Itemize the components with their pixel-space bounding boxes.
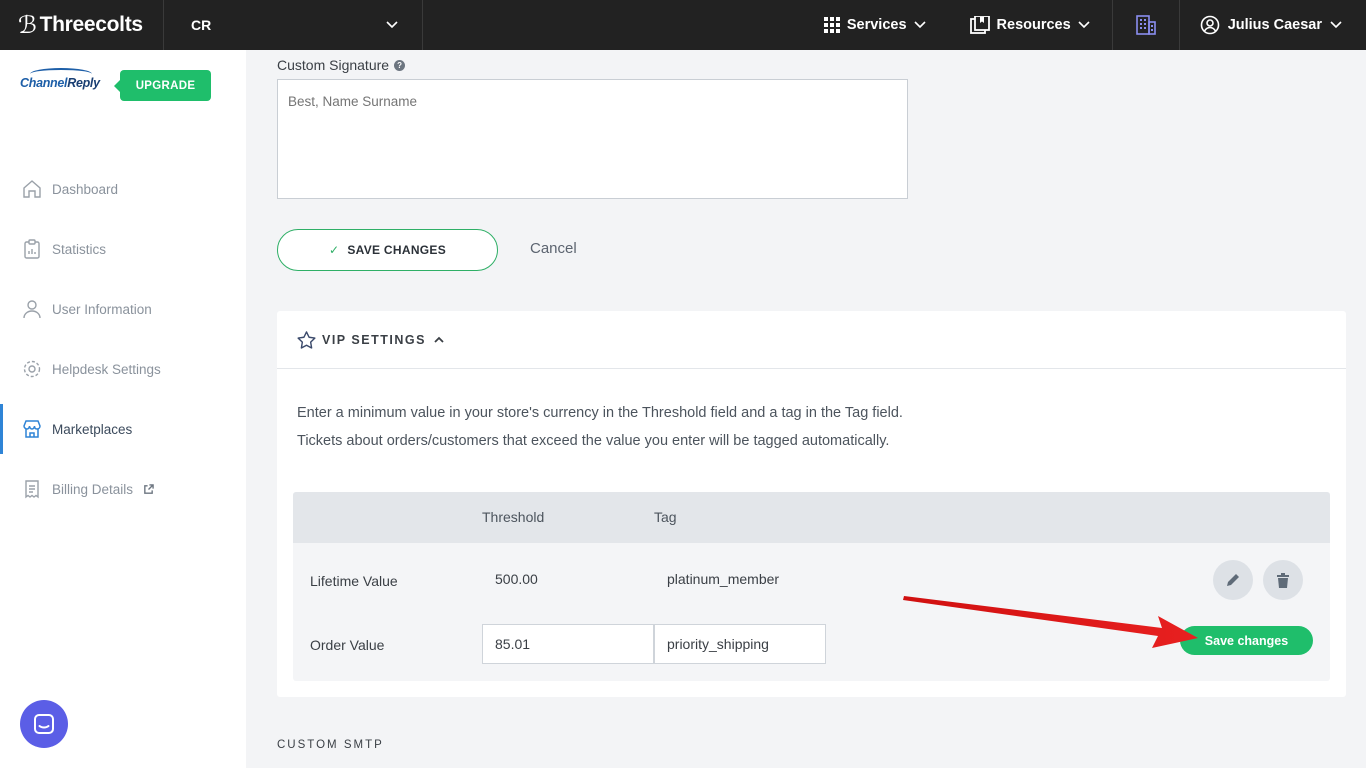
threshold-input[interactable] — [482, 624, 654, 664]
brand-name: Threecolts — [39, 13, 144, 36]
account-switcher[interactable]: CR — [164, 0, 423, 50]
vip-settings-header[interactable]: VIP SETTINGS — [277, 311, 1346, 369]
help-icon[interactable]: ? — [394, 59, 406, 71]
column-tag: Tag — [654, 509, 677, 525]
vip-description-line-2: Tickets about orders/customers that exce… — [297, 433, 890, 449]
save-changes-button[interactable]: ✓ SAVE CHANGES — [277, 229, 498, 271]
account-name: CR — [191, 17, 212, 33]
chevron-up-icon — [434, 336, 444, 343]
custom-signature-textarea[interactable] — [277, 79, 908, 199]
vip-table-header: Threshold Tag — [293, 492, 1330, 543]
vip-settings-title: VIP SETTINGS — [322, 332, 426, 347]
channelreply-logo[interactable]: ChannelReply — [20, 68, 100, 90]
chevron-down-icon — [1078, 21, 1090, 29]
organization-button[interactable] — [1111, 0, 1180, 50]
row-tag: platinum_member — [667, 571, 780, 587]
sidebar-menu: Dashboard Statistics User Information He… — [0, 159, 246, 519]
sidebar-item-user-information[interactable]: User Information — [0, 279, 246, 339]
table-row-lifetime-value: Lifetime Value 500.00 platinum_member — [293, 543, 1330, 613]
check-icon: ✓ — [328, 243, 340, 257]
edit-button[interactable] — [1213, 560, 1253, 600]
channelreply-logo-text: ChannelReply — [20, 68, 100, 90]
user-name: Julius Caesar — [1227, 17, 1322, 33]
chat-widget-button[interactable] — [20, 700, 68, 748]
sidebar-item-label: Helpdesk Settings — [52, 361, 161, 377]
sidebar-item-label: Dashboard — [52, 181, 119, 197]
store-icon — [23, 420, 41, 438]
custom-signature-label-text: Custom Signature — [277, 57, 390, 73]
pencil-icon — [1227, 574, 1239, 586]
upgrade-button[interactable]: UPGRADE — [114, 70, 211, 101]
sidebar-item-billing-details[interactable]: Billing Details — [0, 459, 246, 519]
sidebar-item-helpdesk-settings[interactable]: Helpdesk Settings — [0, 339, 246, 399]
custom-signature-label: Custom Signature ? — [277, 57, 406, 73]
chevron-down-icon — [913, 21, 926, 29]
sidebar-item-label: Statistics — [52, 241, 107, 257]
book-icon — [969, 16, 990, 34]
home-icon — [23, 180, 41, 198]
vip-description-line-1: Enter a minimum value in your store's cu… — [297, 405, 903, 421]
vip-settings-card: VIP SETTINGS Enter a minimum value in yo… — [277, 311, 1346, 697]
custom-smtp-heading: CUSTOM SMTP — [277, 739, 384, 751]
resources-menu[interactable]: Resources — [948, 0, 1112, 50]
trash-icon — [1277, 572, 1289, 588]
external-link-icon — [144, 483, 154, 494]
services-label: Services — [846, 17, 907, 33]
building-icon — [1135, 15, 1156, 35]
delete-button[interactable] — [1263, 560, 1303, 600]
user-icon — [23, 300, 41, 319]
clipboard-icon — [24, 239, 40, 259]
logo-arc-icon — [30, 68, 92, 80]
sidebar-item-label: Marketplaces — [52, 421, 133, 437]
row-threshold: 500.00 — [495, 571, 538, 587]
top-bar: ℬ Threecolts CR Services Resources Juliu… — [0, 0, 1366, 50]
user-circle-icon — [1200, 15, 1219, 35]
sidebar-item-dashboard[interactable]: Dashboard — [0, 159, 246, 219]
resources-label: Resources — [996, 17, 1071, 33]
chat-icon — [34, 714, 54, 734]
receipt-icon — [25, 480, 39, 499]
sidebar-item-statistics[interactable]: Statistics — [0, 219, 246, 279]
sidebar-item-label: Billing Details — [52, 481, 134, 497]
user-menu[interactable]: Julius Caesar — [1180, 0, 1366, 50]
sidebar: ChannelReply UPGRADE Dashboard Statistic… — [0, 50, 246, 768]
save-changes-button[interactable]: Save changes — [1180, 626, 1313, 655]
sidebar-item-marketplaces[interactable]: Marketplaces — [0, 399, 246, 459]
services-menu[interactable]: Services — [802, 0, 948, 50]
chevron-down-icon — [1330, 21, 1342, 29]
cancel-button[interactable]: Cancel — [530, 240, 577, 257]
brand-logo[interactable]: ℬ Threecolts — [0, 0, 164, 50]
vip-description: Enter a minimum value in your store's cu… — [297, 399, 903, 455]
chevron-down-icon — [386, 21, 398, 29]
grid-icon — [823, 17, 840, 33]
table-row-order-value: Order Value Save changes — [293, 613, 1330, 681]
main-content: Custom Signature ? ✓ SAVE CHANGES Cancel… — [246, 50, 1366, 768]
sidebar-item-label: User Information — [52, 301, 152, 317]
row-label: Lifetime Value — [310, 573, 398, 589]
tag-input[interactable] — [654, 624, 826, 664]
gear-icon — [23, 360, 41, 378]
vip-table: Threshold Tag Lifetime Value 500.00 plat… — [293, 492, 1330, 681]
column-threshold: Threshold — [482, 509, 545, 525]
save-changes-label: SAVE CHANGES — [347, 243, 447, 257]
row-label: Order Value — [310, 637, 385, 653]
threecolts-logo-icon: ℬ — [18, 11, 37, 39]
star-icon — [297, 330, 316, 349]
